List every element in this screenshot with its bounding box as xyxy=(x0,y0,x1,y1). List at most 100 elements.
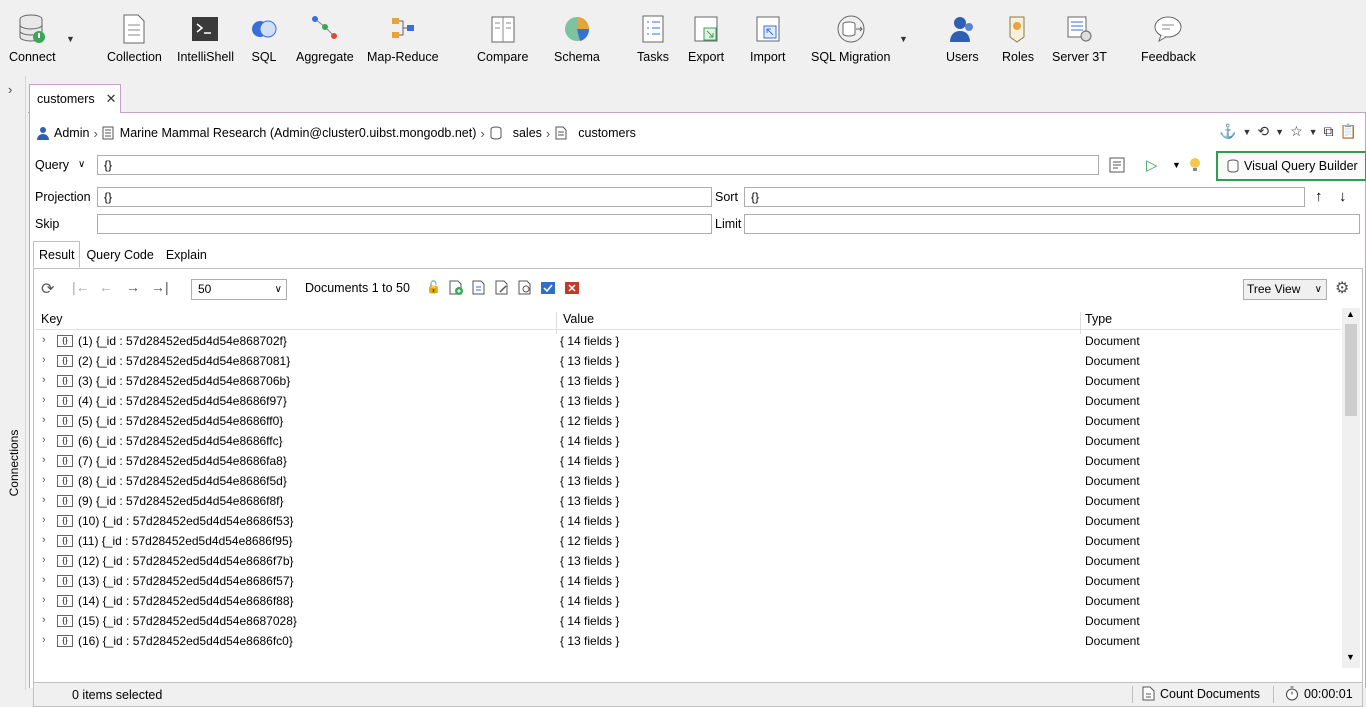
chevron-right-icon[interactable]: › xyxy=(42,474,46,486)
chevron-right-icon[interactable]: › xyxy=(42,554,46,566)
query-input[interactable]: {} xyxy=(97,155,1099,175)
table-row[interactable]: › {} (10) {_id : 57d28452ed5d4d54e8686f53}… xyxy=(35,511,1341,531)
chevron-right-icon[interactable]: › xyxy=(42,614,46,626)
vertical-scrollbar[interactable]: ▲ ▼ xyxy=(1342,308,1360,668)
table-row[interactable]: › {} (2) {_id : 57d28452ed5d4d54e8687081} {… xyxy=(35,351,1341,371)
chevron-right-icon[interactable]: › xyxy=(42,334,46,346)
table-row[interactable]: › {} (6) {_id : 57d28452ed5d4d54e8686ffc} {… xyxy=(35,431,1341,451)
map-reduce-button[interactable]: Map-Reduce xyxy=(367,12,439,64)
intellishell-button[interactable]: IntelliShell xyxy=(177,12,234,64)
column-type[interactable]: Type xyxy=(1085,312,1112,326)
table-row[interactable]: › {} (12) {_id : 57d28452ed5d4d54e8686f7b}… xyxy=(35,551,1341,571)
tab-explain[interactable]: Explain xyxy=(160,241,213,268)
view-document-icon[interactable] xyxy=(471,280,487,299)
sort-input[interactable]: {} xyxy=(744,187,1305,207)
table-row[interactable]: › {} (13) {_id : 57d28452ed5d4d54e8686f57}… xyxy=(35,571,1341,591)
tab-result[interactable]: Result xyxy=(33,241,81,268)
query-editor-icon[interactable] xyxy=(1109,157,1125,176)
chevron-right-icon[interactable]: › xyxy=(42,634,46,646)
table-row[interactable]: › {} (5) {_id : 57d28452ed5d4d54e8686ff0} {… xyxy=(35,411,1341,431)
column-key[interactable]: Key xyxy=(41,312,63,326)
sql-migration-dropdown-icon[interactable]: ▼ xyxy=(899,34,908,44)
first-page-icon[interactable]: |← xyxy=(72,279,90,295)
visual-query-builder-button[interactable]: Visual Query Builder xyxy=(1216,151,1366,181)
breadcrumb-database[interactable]: sales xyxy=(513,126,542,140)
export-button[interactable]: Export xyxy=(688,12,724,64)
validate-icon[interactable] xyxy=(540,280,556,299)
server-3t-button[interactable]: Server 3T xyxy=(1052,12,1107,64)
chevron-right-icon[interactable]: › xyxy=(42,434,46,446)
arrow-down-icon[interactable]: ↓ xyxy=(1339,188,1347,205)
table-row[interactable]: › {} (16) {_id : 57d28452ed5d4d54e8686fc0}… xyxy=(35,631,1341,651)
add-document-icon[interactable] xyxy=(448,280,464,299)
chevron-down-icon[interactable]: ▼ xyxy=(1309,127,1318,137)
users-button[interactable]: Users xyxy=(946,12,979,64)
chevron-right-icon[interactable]: › xyxy=(42,574,46,586)
sql-button[interactable]: SQL xyxy=(248,12,280,64)
close-icon[interactable]: ✕ xyxy=(106,91,117,107)
table-row[interactable]: › {} (11) {_id : 57d28452ed5d4d54e8686f95}… xyxy=(35,531,1341,551)
roles-button[interactable]: Roles xyxy=(1002,12,1034,64)
table-row[interactable]: › {} (4) {_id : 57d28452ed5d4d54e8686f97} {… xyxy=(35,391,1341,411)
chevron-right-icon[interactable]: › xyxy=(42,394,46,406)
import-button[interactable]: Import xyxy=(750,12,785,64)
aggregate-button[interactable]: Aggregate xyxy=(296,12,354,64)
anchor-icon[interactable]: ⚓ xyxy=(1219,123,1236,140)
view-mode-select[interactable]: Tree View ∨ xyxy=(1243,279,1327,300)
chevron-right-icon[interactable]: › xyxy=(42,454,46,466)
chevron-right-icon[interactable]: › xyxy=(42,494,46,506)
table-row[interactable]: › {} (15) {_id : 57d28452ed5d4d54e8687028}… xyxy=(35,611,1341,631)
last-page-icon[interactable]: →| xyxy=(151,279,169,295)
breadcrumb-collection[interactable]: customers xyxy=(578,126,636,140)
chevron-down-icon[interactable]: ▼ xyxy=(1243,127,1252,137)
find-document-icon[interactable] xyxy=(517,280,533,299)
chevron-right-icon[interactable]: › xyxy=(42,414,46,426)
tasks-button[interactable]: Tasks xyxy=(637,12,669,64)
chevron-right-icon[interactable]: › xyxy=(42,374,46,386)
next-page-icon[interactable]: → xyxy=(126,279,140,295)
table-row[interactable]: › {} (14) {_id : 57d28452ed5d4d54e8686f88}… xyxy=(35,591,1341,611)
table-row[interactable]: › {} (8) {_id : 57d28452ed5d4d54e8686f5d} {… xyxy=(35,471,1341,491)
column-value[interactable]: Value xyxy=(563,312,594,326)
tab-customers[interactable]: customers ✕ xyxy=(29,84,121,114)
scroll-down-icon[interactable]: ▼ xyxy=(1346,652,1355,662)
projection-input[interactable]: {} xyxy=(97,187,712,207)
skip-input[interactable] xyxy=(97,214,712,234)
connect-button[interactable]: Connect xyxy=(9,12,56,64)
chevron-right-icon[interactable]: › xyxy=(42,534,46,546)
connections-sidebar[interactable]: › Connections xyxy=(0,76,26,690)
compare-button[interactable]: Compare xyxy=(477,12,528,64)
breadcrumb-user[interactable]: Admin xyxy=(54,126,89,140)
table-row[interactable]: › {} (7) {_id : 57d28452ed5d4d54e8686fa8} {… xyxy=(35,451,1341,471)
chevron-down-icon[interactable]: ▼ xyxy=(1275,127,1284,137)
chevron-right-icon[interactable]: › xyxy=(42,354,46,366)
table-row[interactable]: › {} (9) {_id : 57d28452ed5d4d54e8686f8f} {… xyxy=(35,491,1341,511)
schema-button[interactable]: Schema xyxy=(554,12,600,64)
chevron-down-icon[interactable]: ∨ xyxy=(78,159,85,170)
run-icon[interactable]: ▷ xyxy=(1146,156,1158,174)
arrow-up-icon[interactable]: ↑ xyxy=(1315,188,1323,205)
tab-query-code[interactable]: Query Code xyxy=(80,241,159,268)
paste-icon[interactable]: 📋 xyxy=(1340,123,1357,140)
scroll-up-icon[interactable]: ▲ xyxy=(1346,309,1355,319)
scrollbar-thumb[interactable] xyxy=(1345,324,1357,416)
limit-input[interactable] xyxy=(744,214,1360,234)
chevron-right-icon[interactable]: › xyxy=(42,594,46,606)
table-row[interactable]: › {} (1) {_id : 57d28452ed5d4d54e868702f} {… xyxy=(35,331,1341,351)
connections-label[interactable]: Connections xyxy=(7,423,21,503)
history-icon[interactable]: ⟲ xyxy=(1257,123,1269,140)
star-icon[interactable]: ☆ xyxy=(1290,123,1303,140)
unlock-icon[interactable]: 🔓 xyxy=(426,280,441,294)
lightbulb-icon[interactable] xyxy=(1188,157,1202,176)
collection-button[interactable]: Collection xyxy=(107,12,162,64)
count-documents-button[interactable]: Count Documents xyxy=(1142,686,1260,701)
page-size-select[interactable]: 50 ∨ xyxy=(191,279,287,300)
chevron-right-icon[interactable]: › xyxy=(8,82,12,97)
previous-page-icon[interactable]: ← xyxy=(99,279,113,295)
edit-document-icon[interactable] xyxy=(494,280,510,299)
sql-migration-button[interactable]: SQL Migration xyxy=(811,12,890,64)
breadcrumb-connection[interactable]: Marine Mammal Research (Admin@cluster0.u… xyxy=(120,126,477,140)
settings-gear-icon[interactable]: ⚙ xyxy=(1335,278,1349,298)
connect-dropdown-icon[interactable]: ▼ xyxy=(66,34,75,44)
chevron-right-icon[interactable]: › xyxy=(42,514,46,526)
